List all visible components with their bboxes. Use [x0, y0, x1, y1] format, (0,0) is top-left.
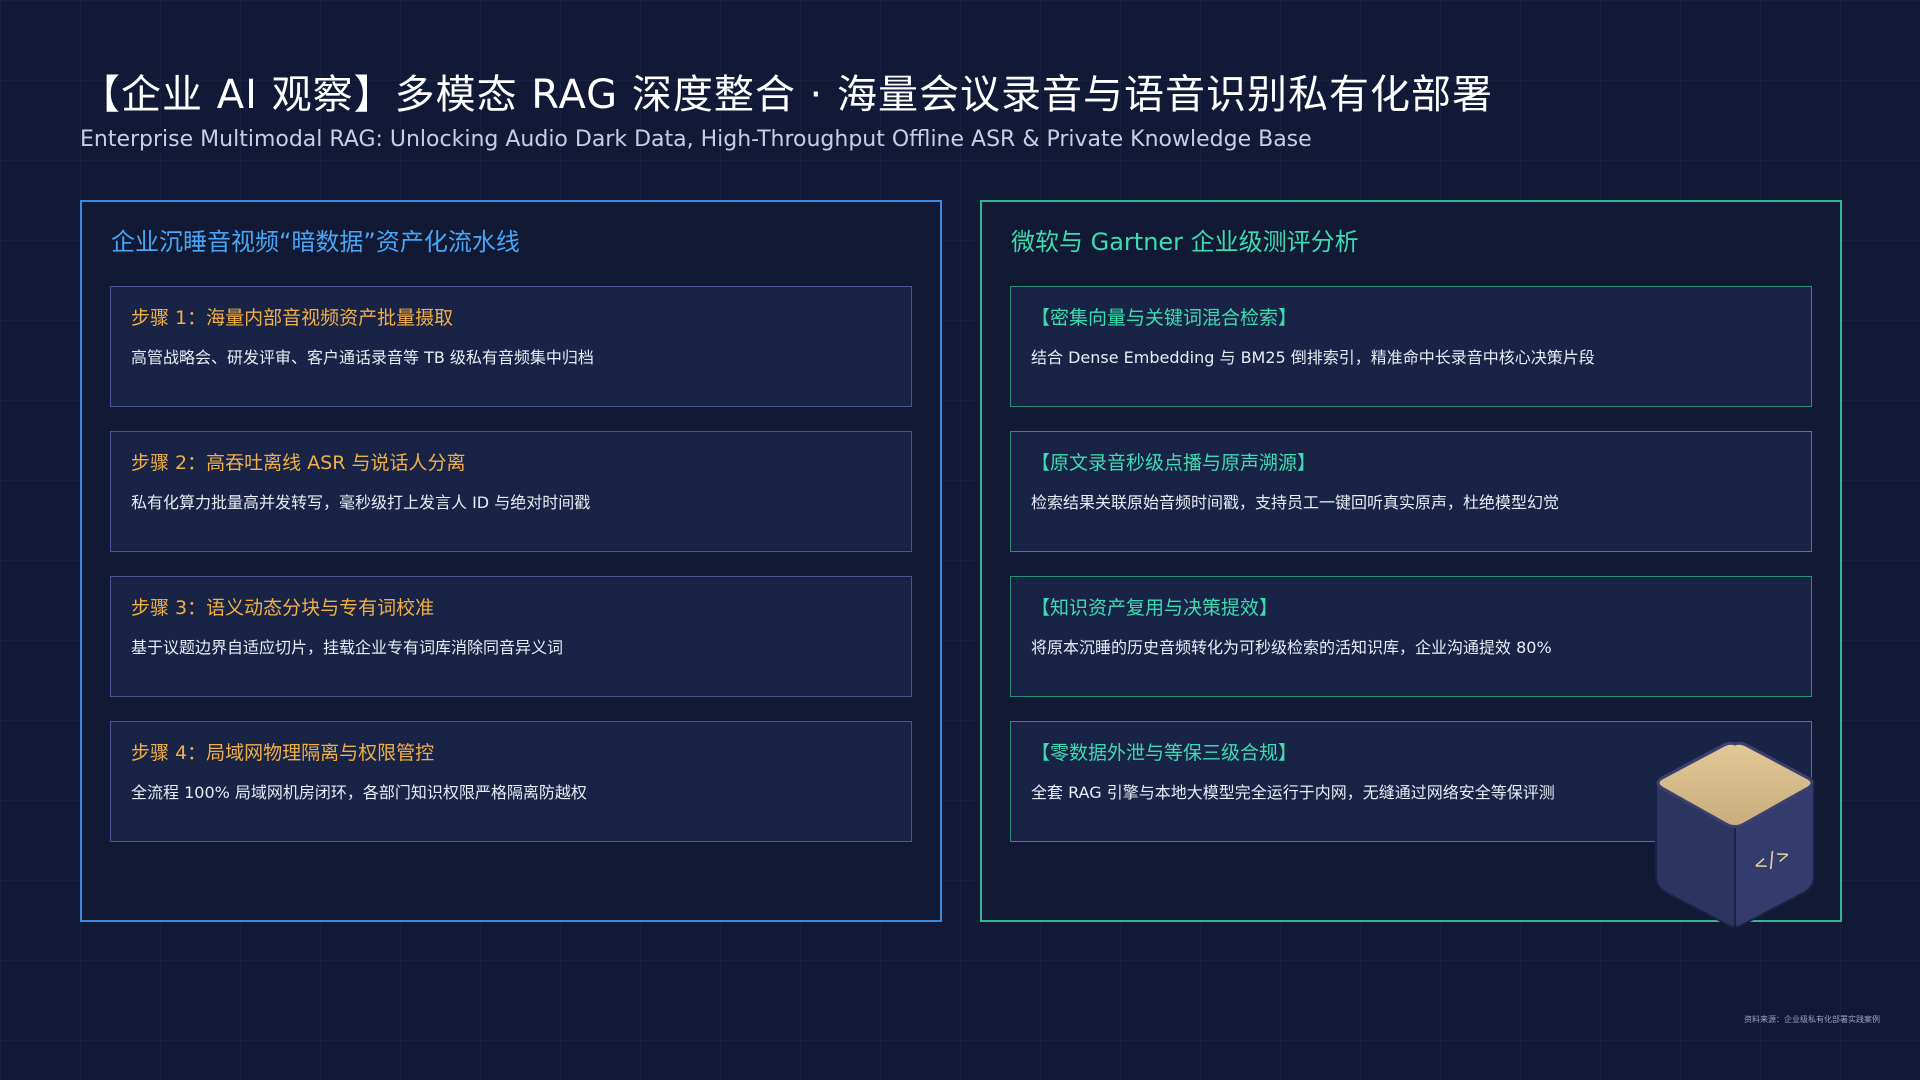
step-description: 高管战略会、研发评审、客户通话录音等 TB 级私有音频集中归档: [131, 348, 594, 367]
code-cube-icon: </>: [1655, 741, 1815, 928]
evaluation-card: 【原文录音秒级点播与原声溯源】 检索结果关联原始音频时间戳，支持员工一键回听真实…: [1010, 431, 1812, 552]
evaluation-description: 全套 RAG 引擎与本地大模型完全运行于内网，无缝通过网络安全等保评测: [1031, 783, 1555, 802]
step-description: 全流程 100% 局域网机房闭环，各部门知识权限严格隔离防越权: [131, 783, 587, 802]
evaluation-description: 将原本沉睡的历史音频转化为可秒级检索的活知识库，企业沟通提效 80%: [1031, 638, 1552, 657]
evaluation-card: 【知识资产复用与决策提效】 将原本沉睡的历史音频转化为可秒级检索的活知识库，企业…: [1010, 576, 1812, 697]
page-title: 【企业 AI 观察】多模态 RAG 深度整合 · 海量会议录音与语音识别私有化部…: [80, 72, 1493, 118]
evaluation-description: 结合 Dense Embedding 与 BM25 倒排索引，精准命中长录音中核…: [1031, 348, 1595, 367]
slide: 【企业 AI 观察】多模态 RAG 深度整合 · 海量会议录音与语音识别私有化部…: [0, 0, 1920, 1080]
pipeline-panel: 企业沉睡音视频“暗数据”资产化流水线 步骤 1：海量内部音视频资产批量摄取 高管…: [80, 200, 942, 922]
step-heading: 步骤 3：语义动态分块与专有词校准: [131, 597, 435, 619]
evaluation-heading: 【密集向量与关键词混合检索】: [1031, 307, 1298, 329]
pipeline-step-card: 步骤 3：语义动态分块与专有词校准 基于议题边界自适应切片，挂载企业专有词库消除…: [110, 576, 912, 697]
footnote: 资料来源：企业级私有化部署实践案例: [1744, 1015, 1880, 1024]
evaluation-card: 【密集向量与关键词混合检索】 结合 Dense Embedding 与 BM25…: [1010, 286, 1812, 407]
pipeline-step-card: 步骤 2：高吞吐离线 ASR 与说话人分离 私有化算力批量高并发转写，毫秒级打上…: [110, 431, 912, 552]
step-heading: 步骤 1：海量内部音视频资产批量摄取: [131, 307, 454, 329]
pipeline-step-card: 步骤 1：海量内部音视频资产批量摄取 高管战略会、研发评审、客户通话录音等 TB…: [110, 286, 912, 407]
page-subtitle: Enterprise Multimodal RAG: Unlocking Aud…: [80, 127, 1312, 152]
evaluation-heading: 【知识资产复用与决策提效】: [1031, 597, 1279, 619]
evaluation-heading: 【零数据外泄与等保三级合规】: [1031, 742, 1298, 764]
evaluation-panel-title: 微软与 Gartner 企业级测评分析: [1011, 228, 1359, 256]
step-heading: 步骤 4：局域网物理隔离与权限管控: [131, 742, 435, 764]
step-description: 私有化算力批量高并发转写，毫秒级打上发言人 ID 与绝对时间戳: [131, 493, 591, 512]
step-description: 基于议题边界自适应切片，挂载企业专有词库消除同音异义词: [131, 638, 564, 657]
pipeline-step-card: 步骤 4：局域网物理隔离与权限管控 全流程 100% 局域网机房闭环，各部门知识…: [110, 721, 912, 842]
pipeline-panel-title: 企业沉睡音视频“暗数据”资产化流水线: [111, 228, 520, 256]
evaluation-description: 检索结果关联原始音频时间戳，支持员工一键回听真实原声，杜绝模型幻觉: [1031, 493, 1560, 512]
step-heading: 步骤 2：高吞吐离线 ASR 与说话人分离: [131, 452, 466, 474]
evaluation-heading: 【原文录音秒级点播与原声溯源】: [1031, 452, 1317, 474]
